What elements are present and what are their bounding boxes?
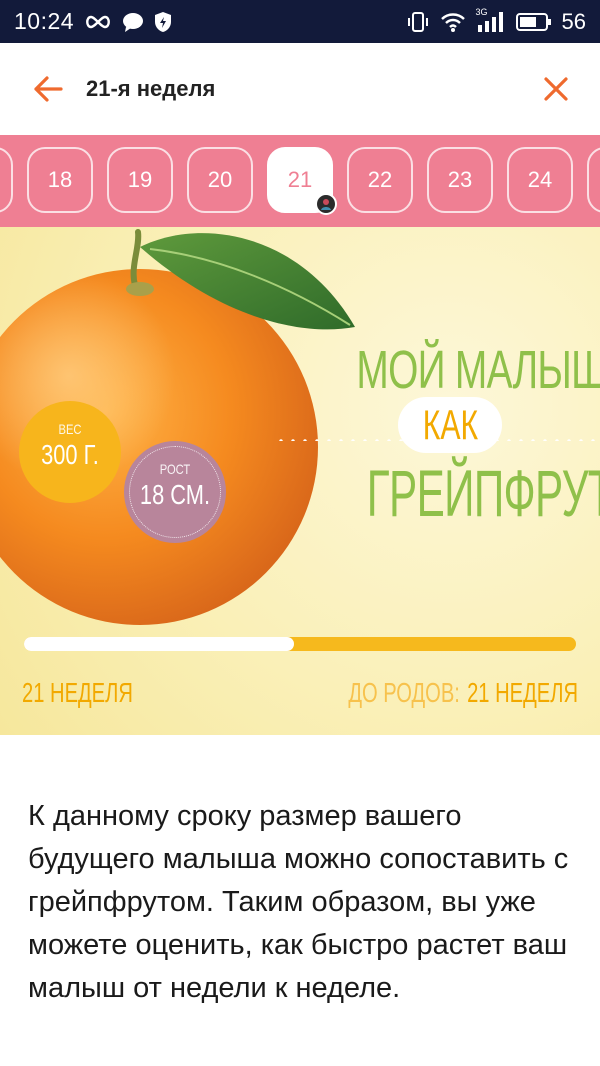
week-pill-22[interactable]: 22	[347, 147, 413, 213]
week-pill-19[interactable]: 19	[107, 147, 173, 213]
headline-line-2: КАК	[422, 401, 478, 448]
app-header: 21-я неделя	[0, 43, 600, 135]
until-birth-value: 21 НЕДЕЛЯ	[467, 677, 578, 708]
fruit-comparison-banner: МОЙ МАЛЫШ КАК ГРЕЙПФРУТ ВЕС 300 Г. РОСТ …	[0, 227, 600, 735]
battery-icon	[515, 12, 552, 32]
chat-icon	[122, 12, 144, 32]
back-button[interactable]	[30, 71, 66, 107]
status-bar: 10:24 3G 56	[0, 0, 600, 43]
vibrate-icon	[406, 11, 430, 33]
network-type: 3G	[475, 6, 488, 17]
current-week-label: 21 НЕДЕЛЯ	[22, 677, 133, 708]
pregnancy-progress-bar	[24, 637, 576, 651]
until-birth-label: ДО РОДОВ:	[348, 677, 460, 708]
banner-headline: МОЙ МАЛЫШ КАК ГРЕЙПФРУТ	[320, 339, 600, 531]
week-strip: 17 18 19 20 21 22 23 24 25	[0, 147, 600, 215]
headline-line-3: ГРЕЙПФРУТ	[366, 456, 600, 530]
status-bar-left: 10:24	[14, 8, 172, 35]
weight-badge: ВЕС 300 Г.	[19, 401, 121, 503]
progress-fill	[24, 637, 295, 651]
week-pill-21-selected[interactable]: 21	[267, 147, 337, 215]
arrow-left-icon	[34, 76, 63, 102]
avatar	[315, 193, 337, 215]
headline-line-1: МОЙ МАЛЫШ	[356, 340, 600, 400]
infinity-icon	[84, 14, 112, 30]
week-pill-18[interactable]: 18	[27, 147, 93, 213]
status-bar-right: 3G 56	[406, 7, 586, 35]
week-pill-23[interactable]: 23	[427, 147, 493, 213]
week-pill-24[interactable]: 24	[507, 147, 573, 213]
close-icon	[544, 77, 568, 101]
height-label: РОСТ	[159, 461, 191, 477]
week-pill-20[interactable]: 20	[187, 147, 253, 213]
shield-icon	[154, 11, 172, 33]
wifi-icon	[440, 11, 466, 33]
weight-value: 300 Г.	[41, 439, 99, 470]
week-pill-17[interactable]: 17	[0, 147, 13, 213]
weight-label: ВЕС	[58, 421, 82, 437]
article-text: К данному сроку размер вашего будущего м…	[28, 800, 569, 1004]
status-time: 10:24	[14, 8, 75, 34]
signal-icon: 3G	[476, 7, 506, 33]
height-badge: РОСТ 18 СМ.	[124, 441, 226, 543]
week-pill-25[interactable]: 25	[587, 147, 600, 213]
week-selector[interactable]: 17 18 19 20 21 22 23 24 25	[0, 135, 600, 227]
page-title: 21-я неделя	[86, 76, 216, 101]
battery-level: 56	[561, 8, 586, 34]
headline-kak: КАК	[397, 397, 502, 453]
height-value: 18 СМ.	[139, 479, 211, 510]
until-birth: ДО РОДОВ: 21 НЕДЕЛЯ	[348, 677, 578, 709]
close-button[interactable]	[538, 71, 574, 107]
